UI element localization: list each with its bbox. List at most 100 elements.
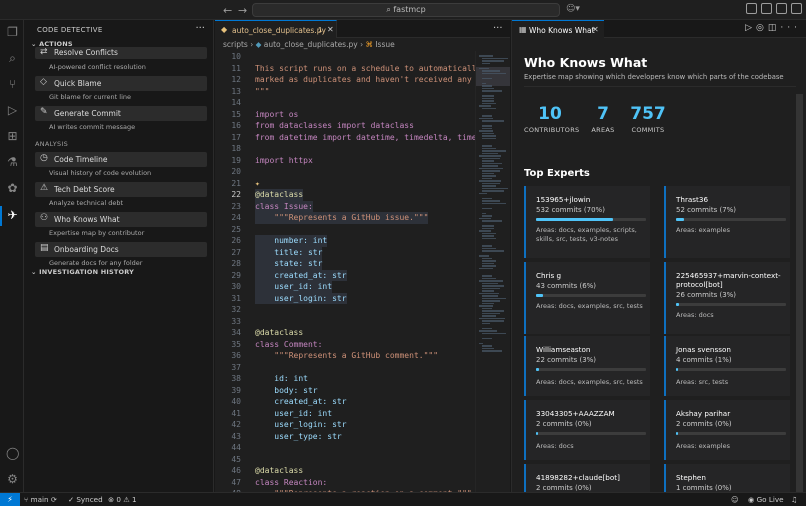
forward-arrow-icon[interactable]: → [238,4,247,17]
code-line[interactable]: 36 """Represents a GitHub comment.""" [215,350,475,362]
problems-indicator[interactable]: ⊗ 0 ⚠ 1 [108,495,137,504]
expert-card[interactable]: 153965+jlowin 532 commits (70%) Areas: doc… [524,186,650,258]
code-timeline-button[interactable]: ◷ Code Timeline [35,152,207,167]
code-line[interactable]: 13 """ [215,86,475,98]
remote-icon[interactable]: ⚡ [0,493,20,506]
minimap[interactable] [475,51,510,492]
code-line[interactable]: 38 id: int [215,373,475,385]
run-icon[interactable]: ▷ [745,23,756,33]
breadcrumb-symbol[interactable]: Issue [375,40,394,49]
code-line[interactable]: 31 user_login: str [215,292,475,304]
back-arrow-icon[interactable]: ← [223,4,232,17]
search-icon[interactable]: ⌕ [6,52,19,65]
code-line[interactable]: 18 [215,143,475,155]
copilot-status-icon[interactable]: ☺ [731,495,739,504]
breadcrumb-file[interactable]: auto_close_duplicates.py [264,40,358,49]
code-line[interactable]: 26 number: int [215,235,475,247]
expert-card[interactable]: Stephen1 commits (0%)Areas: src [664,464,790,492]
copilot-icon[interactable]: ◎ [756,23,768,33]
notifications-bell-icon[interactable]: ♫ [791,495,797,504]
code-line[interactable]: 34 @dataclass [215,327,475,339]
code-line[interactable]: 44 [215,442,475,454]
branch-indicator[interactable]: ⑂ main ⟳ [24,495,57,504]
code-line[interactable]: 15 import os [215,109,475,121]
tech-debt-score-button[interactable]: ⚠ Tech Debt Score [35,182,207,197]
section-investigation-history[interactable]: ⌄ INVESTIGATION HISTORY [31,268,134,276]
openai-icon[interactable]: ✿ [6,182,19,195]
code-line[interactable]: 37 [215,362,475,374]
code-editor[interactable]: 10 11 This script runs on a schedule to au… [215,51,475,492]
expert-card[interactable]: Williamseaston 22 commits (3%) Areas: docs… [524,336,650,396]
code-line[interactable]: 33 [215,316,475,328]
toggle-secondary-sidebar-icon[interactable] [791,3,802,14]
more-actions-icon[interactable]: ··· [195,23,205,34]
panel-scrollbar[interactable] [796,94,803,492]
toggle-sidebar-icon[interactable] [761,3,772,14]
code-line[interactable]: 11 This script runs on a schedule to auto… [215,63,475,75]
breadcrumb-folder[interactable]: scripts [223,40,248,49]
expert-card[interactable]: 225465937+marvin-context-protocol[bot] 26… [664,262,790,334]
close-icon[interactable]: ✕ [327,25,334,34]
code-line[interactable]: 32 [215,304,475,316]
layout-icon[interactable] [746,3,757,14]
code-line[interactable]: 10 [215,51,475,63]
editor-tab-bar: ◆ auto_close_duplicates.py 1 ✕ ··· [215,20,510,38]
more-actions-icon[interactable]: ··· [780,23,801,33]
code-line[interactable]: 25 [215,224,475,236]
expert-card[interactable]: 41898282+claude[bot]2 commits (0%)Areas:… [524,464,650,492]
panel-actions[interactable]: ▷◎◫··· [745,23,801,33]
code-line[interactable]: 41 user_id: int [215,408,475,420]
code-line[interactable]: 40 created_at: str [215,396,475,408]
run-debug-icon[interactable]: ▷ [6,104,19,117]
expert-card[interactable]: Jonas svensson 4 commits (1%) Areas: src, … [664,336,790,396]
who-knows-what-button[interactable]: ⚇ Who Knows What [35,212,207,227]
code-line[interactable]: 28 state: str [215,258,475,270]
expert-card[interactable]: Thrast36 52 commits (7%) Areas: examples [664,186,790,258]
close-icon[interactable]: ✕ [592,25,599,34]
code-detective-icon[interactable]: ✈ [6,209,19,222]
code-line[interactable]: 27 title: str [215,246,475,258]
tab-auto-close-duplicates[interactable]: ◆ auto_close_duplicates.py 1 ✕ [215,20,337,38]
sync-status[interactable]: ✓ Synced [68,495,103,504]
code-line[interactable]: 21 ✦ [215,178,475,190]
code-line[interactable]: 17 from datetime import datetime, timedel… [215,132,475,144]
code-line[interactable]: 23 class Issue: [215,200,475,212]
testing-icon[interactable]: ⚗ [6,156,19,169]
code-line[interactable]: 42 user_login: str [215,419,475,431]
code-line[interactable]: 22 @dataclass [215,189,475,201]
line-text: @dataclass [255,328,304,337]
code-line[interactable]: 12 marked as duplicates and haven't recei… [215,74,475,86]
code-line[interactable]: 20 [215,166,475,178]
code-line[interactable]: 24 """Represents a GitHub issue.""" [215,212,475,224]
code-line[interactable]: 47 class Reaction: [215,477,475,489]
command-center-search[interactable]: ⌕ fastmcp [252,3,560,17]
editor-more-actions-icon[interactable]: ··· [493,23,503,34]
explorer-icon[interactable]: ❐ [6,26,19,39]
code-line[interactable]: 29 created_at: str [215,269,475,281]
toggle-panel-icon[interactable] [776,3,787,14]
code-line[interactable]: 46 @dataclass [215,465,475,477]
tab-who-knows-what[interactable]: ▦ Who Knows What ✕ [512,20,604,38]
expert-card[interactable]: Akshay parihar 2 commits (0%) Areas: examp… [664,400,790,460]
onboarding-docs-button[interactable]: ▤ Onboarding Docs [35,242,207,257]
split-editor-icon[interactable]: ◫ [768,23,781,33]
generate-commit-button[interactable]: ✎ Generate Commit [35,106,207,121]
copilot-icon[interactable]: ☺▾ [566,4,580,14]
code-line[interactable]: 45 [215,454,475,466]
source-control-icon[interactable]: ⑂ [6,78,19,91]
settings-gear-icon[interactable]: ⚙ [6,473,19,486]
code-line[interactable]: 43 user_type: str [215,431,475,443]
quick-blame-button[interactable]: ◇ Quick Blame [35,76,207,91]
code-line[interactable]: 30 user_id: int [215,281,475,293]
code-line[interactable]: 14 [215,97,475,109]
resolve-conflicts-button[interactable]: ⇄ Resolve Conflicts [35,47,207,59]
code-line[interactable]: 19 import httpx [215,155,475,167]
go-live-button[interactable]: ◉ Go Live [748,495,784,504]
code-line[interactable]: 16 from dataclasses import dataclass [215,120,475,132]
account-icon[interactable]: ◯ [6,447,19,460]
expert-card[interactable]: Chris g 43 commits (6%) Areas: docs, examp… [524,262,650,334]
extensions-icon[interactable]: ⊞ [6,130,19,143]
code-line[interactable]: 35 class Comment: [215,339,475,351]
code-line[interactable]: 39 body: str [215,385,475,397]
expert-card[interactable]: 33043305+AAAZZAM 2 commits (0%) Areas: doc… [524,400,650,460]
